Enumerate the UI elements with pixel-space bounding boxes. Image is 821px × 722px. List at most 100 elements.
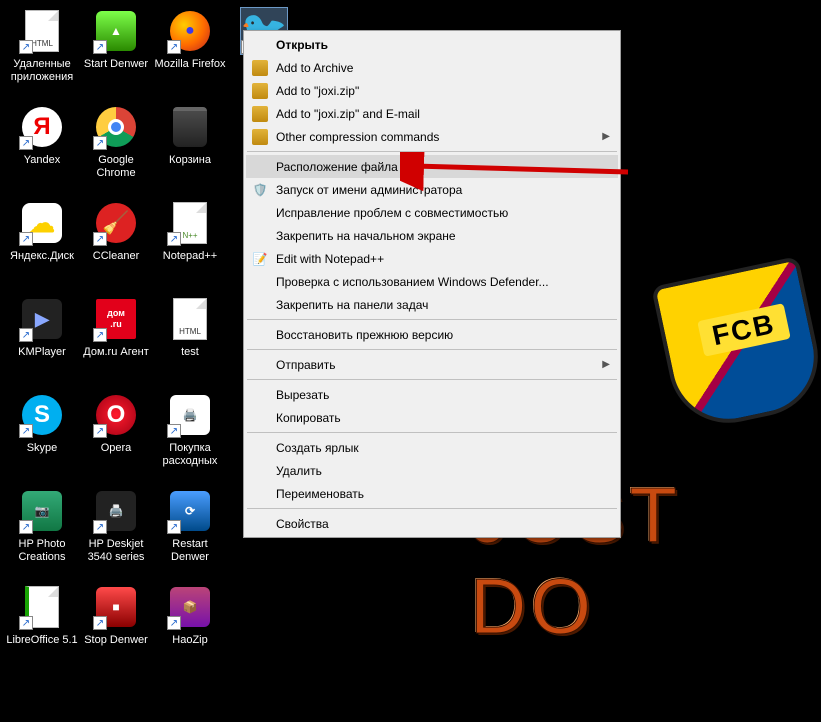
- menu-item-исправление-проблем-с-совместимостью[interactable]: Исправление проблем с совместимостью: [246, 201, 618, 224]
- menu-item-other-compression-commands[interactable]: Other compression commands▶: [246, 125, 618, 148]
- desktop-icon-skype[interactable]: S↗ Skype: [6, 388, 78, 482]
- menu-item-переименовать[interactable]: Переименовать: [246, 482, 618, 505]
- menu-item-отправить[interactable]: Отправить▶: [246, 353, 618, 376]
- submenu-arrow-icon: ▶: [602, 359, 610, 370]
- desktop-icon-label: CCleaner: [93, 250, 139, 263]
- menu-item-add-to-joxi-zip-and-e-mail[interactable]: Add to "joxi.zip" and E-mail: [246, 102, 618, 125]
- shortcut-overlay-icon: ↗: [19, 616, 33, 630]
- desktop-icon-label: Yandex: [24, 154, 61, 167]
- desktop-icon-label: Дом.ru Агент: [83, 346, 148, 359]
- desktop-icon-test[interactable]: HTMLtest: [154, 292, 226, 386]
- desktop-icon-restart-denwer[interactable]: ⟳↗Restart Denwer: [154, 484, 226, 578]
- desktop-icon-start-denwer[interactable]: ▲↗Start Denwer: [80, 4, 152, 98]
- shortcut-overlay-icon: ↗: [93, 424, 107, 438]
- shortcut-overlay-icon: ↗: [19, 136, 33, 150]
- menu-item-проверка-с-использованием-windows-defender[interactable]: Проверка с использованием Windows Defend…: [246, 270, 618, 293]
- opera-icon: O↗: [93, 392, 139, 438]
- menu-separator: [247, 319, 617, 320]
- desktop-icon-opera[interactable]: O↗ Opera: [80, 388, 152, 482]
- desktop-icon-hp-deskjet-3540-series[interactable]: 🖨️↗HP Deskjet 3540 series: [80, 484, 152, 578]
- shortcut-overlay-icon: ↗: [167, 232, 181, 246]
- menu-separator: [247, 379, 617, 380]
- menu-item-label: Add to "joxi.zip": [276, 84, 359, 98]
- desktop-icon-label: LibreOffice 5.1: [6, 634, 77, 647]
- menu-item-label: Исправление проблем с совместимостью: [276, 206, 508, 220]
- hpprinter-icon: 🖨️↗: [93, 488, 139, 534]
- menu-item-label: Открыть: [276, 38, 328, 52]
- desktop-icon-stop-denwer[interactable]: ■↗ Stop Denwer: [80, 580, 152, 674]
- haozip-icon: [252, 106, 268, 122]
- desktop-icon-mozilla-firefox[interactable]: ●↗Mozilla Firefox: [154, 4, 226, 98]
- menu-item-label: Удалить: [276, 464, 322, 478]
- menu-item-label: Восстановить прежнюю версию: [276, 328, 453, 342]
- menu-item-открыть[interactable]: Открыть: [246, 33, 618, 56]
- menu-item-удалить[interactable]: Удалить: [246, 459, 618, 482]
- recycle-bin-icon: [167, 104, 213, 150]
- menu-item-копировать[interactable]: Копировать: [246, 406, 618, 429]
- haozip-icon: [252, 129, 268, 145]
- desktop-icon-label: Opera: [101, 442, 132, 455]
- desktop-icon-hp-photo-creations[interactable]: 📷↗HP Photo Creations: [6, 484, 78, 578]
- desktop-icon-label: Корзина: [169, 154, 211, 167]
- shortcut-overlay-icon: ↗: [19, 232, 33, 246]
- shortcut-overlay-icon: ↗: [93, 136, 107, 150]
- denwer-red-icon: ■↗: [93, 584, 139, 630]
- menu-item-восстановить-прежнюю-версию[interactable]: Восстановить прежнюю версию: [246, 323, 618, 346]
- menu-item-label: Проверка с использованием Windows Defend…: [276, 275, 549, 289]
- skype-icon: S↗: [19, 392, 65, 438]
- menu-item-label: Расположение файла: [276, 160, 398, 174]
- menu-item-закрепить-на-панели-задач[interactable]: Закрепить на панели задач: [246, 293, 618, 316]
- notepadpp-icon: N++↗: [167, 200, 213, 246]
- shortcut-overlay-icon: ↗: [167, 616, 181, 630]
- desktop-icon-label: Skype: [27, 442, 58, 455]
- menu-item-label: Переименовать: [276, 487, 364, 501]
- desktop-icon-ccleaner[interactable]: 🧹↗CCleaner: [80, 196, 152, 290]
- shortcut-overlay-icon: ↗: [93, 328, 107, 342]
- yadisk-icon: ☁↗: [19, 200, 65, 246]
- desktop-icon-яндекс-диск[interactable]: ☁↗ Яндекс.Диск: [6, 196, 78, 290]
- file-html-icon: HTML↗: [19, 8, 65, 54]
- firefox-icon: ●↗: [167, 8, 213, 54]
- menu-item-закрепить-на-начальном-экране[interactable]: Закрепить на начальном экране: [246, 224, 618, 247]
- desktop-icon-label: KMPlayer: [18, 346, 66, 359]
- desktop-icon-haozip[interactable]: 📦↗HaoZip: [154, 580, 226, 674]
- desktop-icon-label: Яндекс.Диск: [10, 250, 74, 263]
- desktop-icon-notepad-[interactable]: N++↗ Notepad++: [154, 196, 226, 290]
- shortcut-overlay-icon: ↗: [93, 40, 107, 54]
- menu-item-label: Закрепить на панели задач: [276, 298, 428, 312]
- desktop-icon-google-chrome[interactable]: ↗Google Chrome: [80, 100, 152, 194]
- desktop-icon-удаленные-приложения[interactable]: HTML↗ Удаленные приложения: [6, 4, 78, 98]
- desktop-icon-label: Notepad++: [163, 250, 217, 263]
- menu-item-edit-with-notepad[interactable]: 📝Edit with Notepad++: [246, 247, 618, 270]
- context-menu[interactable]: Открыть Add to Archive Add to "joxi.zip" Ad…: [243, 30, 621, 538]
- desktop-icon-дом-ru-агент[interactable]: дом.ru↗Дом.ru Агент: [80, 292, 152, 386]
- shortcut-overlay-icon: ↗: [19, 40, 33, 54]
- haozip-icon: [252, 60, 268, 76]
- desktop-icon-label: Покупка расходных: [154, 442, 226, 468]
- menu-item-add-to-archive[interactable]: Add to Archive: [246, 56, 618, 79]
- desktop-icon-label: Restart Denwer: [154, 538, 226, 564]
- desktop-icon-kmplayer[interactable]: ▶↗KMPlayer: [6, 292, 78, 386]
- desktop-icon-yandex[interactable]: Я↗Yandex: [6, 100, 78, 194]
- desktop-icon-покупка-расходных[interactable]: 🖨️↗Покупка расходных: [154, 388, 226, 482]
- desktop-icon-label: Stop Denwer: [84, 634, 148, 647]
- menu-item-вырезать[interactable]: Вырезать: [246, 383, 618, 406]
- menu-separator: [247, 432, 617, 433]
- libreoffice-icon: ↗: [19, 584, 65, 630]
- menu-item-label: Add to Archive: [276, 61, 353, 75]
- desktop-icon-libreoffice-5-1[interactable]: ↗ LibreOffice 5.1: [6, 580, 78, 674]
- menu-item-label: Копировать: [276, 411, 341, 425]
- menu-item-расположение-файла[interactable]: Расположение файла: [246, 155, 618, 178]
- menu-item-свойства[interactable]: Свойства: [246, 512, 618, 535]
- menu-item-add-to-joxi-zip[interactable]: Add to "joxi.zip": [246, 79, 618, 102]
- shortcut-overlay-icon: ↗: [93, 616, 107, 630]
- notepadpp-icon: 📝: [252, 251, 268, 267]
- desktop-icon-label: Удаленные приложения: [6, 58, 78, 84]
- desktop-icon-корзина[interactable]: Корзина: [154, 100, 226, 194]
- shield-icon: 🛡️: [252, 182, 268, 198]
- menu-item-создать-ярлык[interactable]: Создать ярлык: [246, 436, 618, 459]
- shortcut-overlay-icon: ↗: [93, 232, 107, 246]
- menu-item-запуск-от-имени-администратора[interactable]: 🛡️Запуск от имени администратора: [246, 178, 618, 201]
- menu-item-label: Создать ярлык: [276, 441, 359, 455]
- hpphoto-icon: 📷↗: [19, 488, 65, 534]
